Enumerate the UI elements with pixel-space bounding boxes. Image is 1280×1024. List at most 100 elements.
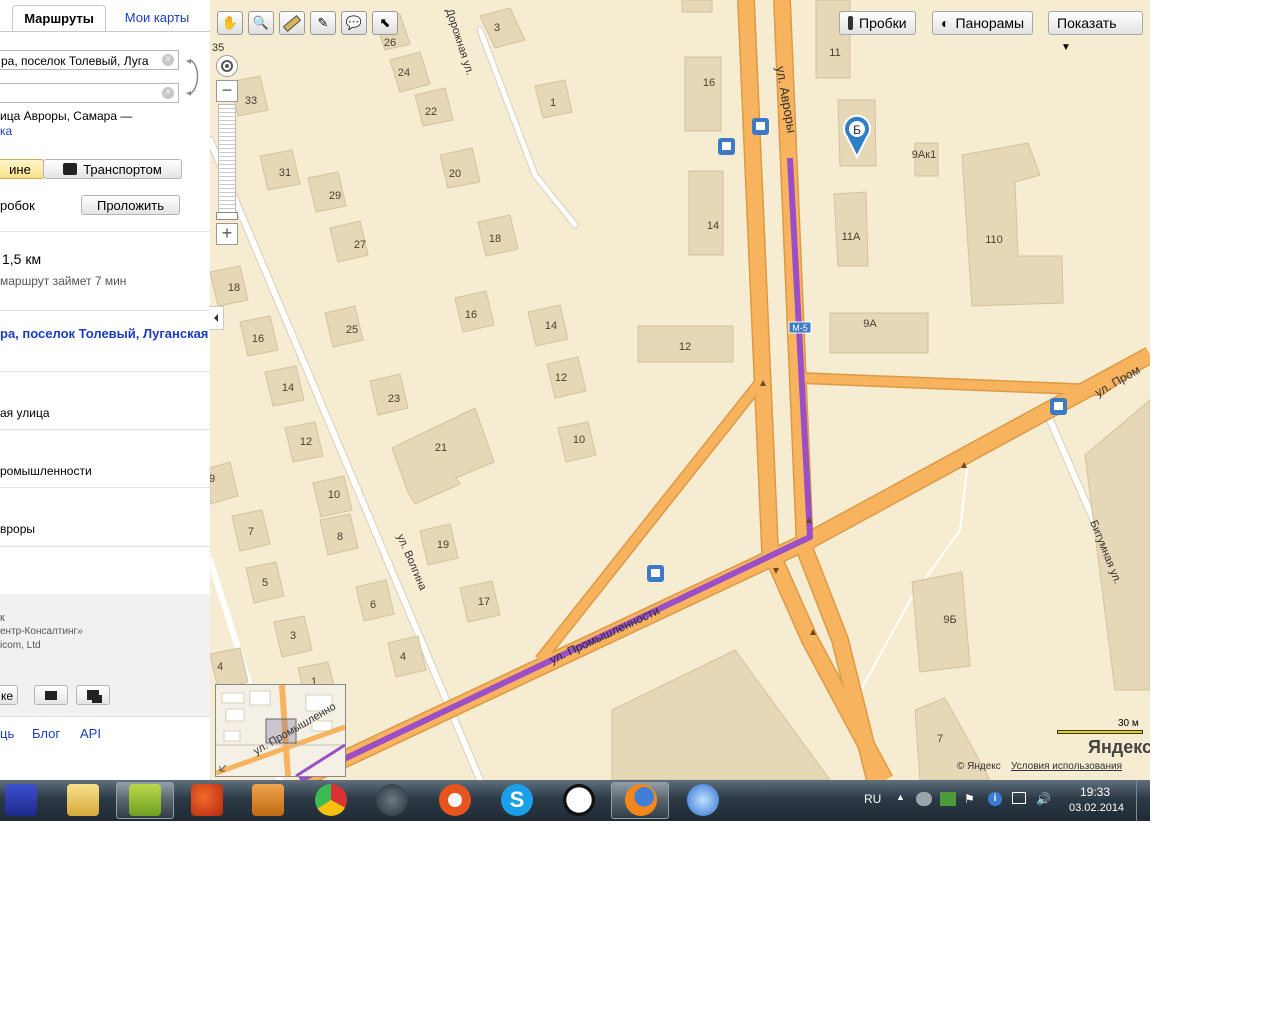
info-icon[interactable]: i	[988, 792, 1002, 806]
svg-text:29: 29	[329, 190, 341, 202]
panoramas-button[interactable]: ◐ Панорамы	[932, 11, 1034, 35]
svg-text:23: 23	[388, 393, 400, 405]
volume-icon[interactable]: 🔊	[1036, 792, 1051, 806]
svg-text:27: 27	[354, 239, 366, 251]
flag-icon[interactable]: ⚑	[964, 792, 975, 806]
street-label: ул. Авроры	[773, 65, 800, 134]
zoom-out-button[interactable]: −	[216, 80, 238, 102]
show-layers-dropdown[interactable]: Показать ▼	[1048, 11, 1143, 53]
footer-link-blog[interactable]: Блог	[32, 726, 60, 741]
dropdown-arrow-icon: ▼	[1061, 42, 1071, 53]
street-label: Дорожная ул.	[443, 7, 476, 76]
bus-stop-icon[interactable]	[1050, 398, 1067, 415]
bus-stop-icon[interactable]	[718, 138, 735, 155]
mode-transport-button[interactable]: Транспортом	[43, 159, 182, 179]
overview-minimap[interactable]: ул. Промышленно	[215, 684, 346, 777]
hand-tool-button[interactable]: ✋	[217, 11, 243, 35]
build-route-button[interactable]: Проложить	[81, 195, 180, 215]
divider	[0, 546, 210, 547]
clear-from-icon[interactable]: ×	[162, 54, 174, 66]
route-from-input[interactable]: ра, поселок Толевый, Луга ×	[0, 50, 179, 70]
road-badge: M-5	[788, 321, 812, 334]
swap-route-icon[interactable]	[184, 58, 202, 96]
save-app-icon[interactable]	[5, 784, 37, 816]
language-indicator[interactable]: RU	[864, 792, 881, 806]
route-distance: 1,5 км	[2, 251, 42, 267]
app-icon[interactable]	[129, 784, 161, 816]
clock-time[interactable]: 19:33	[1080, 785, 1110, 799]
svg-text:14: 14	[545, 320, 557, 332]
route-step[interactable]: ромышленности	[0, 464, 92, 478]
media-player-icon[interactable]	[252, 784, 284, 816]
route-start-address[interactable]: ра, поселок Толевый, Луганская	[0, 326, 208, 341]
share-button[interactable]: ке	[0, 685, 18, 705]
address-suggestion[interactable]: ица Авроры, Самара —	[0, 109, 132, 123]
select-tool-button[interactable]: ⬉	[372, 11, 398, 35]
add-point-button[interactable]: 💬	[341, 11, 367, 35]
scale-label: 30 м	[1118, 718, 1139, 729]
panda-icon[interactable]	[563, 784, 595, 816]
zoom-in-button[interactable]: +	[216, 223, 238, 245]
footer-link-help[interactable]: ць	[0, 726, 14, 741]
collapse-panel-button[interactable]	[209, 306, 224, 330]
firefox-icon[interactable]	[625, 784, 657, 816]
terms-link[interactable]: Условия использования	[1011, 761, 1122, 772]
zoom-area-button[interactable]: 🔍	[248, 11, 274, 35]
divider	[0, 231, 210, 232]
explorer-icon[interactable]	[67, 784, 99, 816]
route-step[interactable]: вроры	[0, 522, 35, 536]
tray-expand-icon[interactable]: ▲	[896, 792, 905, 802]
bus-stop-icon[interactable]	[752, 118, 769, 135]
magnifier-icon: 🔍	[252, 15, 270, 30]
tray-app-icon[interactable]	[940, 792, 956, 806]
clock-date[interactable]: 03.02.2014	[1069, 802, 1124, 814]
route-step[interactable]: ая улица	[0, 406, 50, 420]
compass-icon	[221, 60, 233, 72]
plus-icon: +	[221, 223, 233, 243]
ruler-icon	[282, 15, 302, 32]
minus-icon: −	[221, 80, 233, 100]
svg-text:110: 110	[985, 234, 1003, 246]
ruler-button[interactable]	[279, 11, 305, 35]
mode-car-button[interactable]: ине	[0, 159, 44, 179]
itunes-icon[interactable]	[687, 784, 719, 816]
tray-app-icon[interactable]	[916, 792, 932, 806]
svg-text:10: 10	[328, 489, 340, 501]
route-to-input[interactable]: ×	[0, 83, 179, 103]
clear-to-icon[interactable]: ×	[162, 87, 174, 99]
copyright: © Яндекс	[957, 761, 1001, 772]
svg-text:17: 17	[478, 596, 490, 608]
embed-button[interactable]	[76, 685, 110, 705]
svg-text:12: 12	[555, 372, 567, 384]
panorama-icon: ◐	[941, 15, 950, 31]
chevron-left-icon	[214, 314, 218, 322]
show-label: Показать	[1057, 15, 1117, 31]
svg-text:M-5: M-5	[792, 323, 808, 333]
address-suggestion-link[interactable]: ка	[0, 124, 12, 138]
svg-text:21: 21	[435, 442, 447, 454]
zoom-slider-handle[interactable]	[216, 212, 238, 220]
skype-icon[interactable]: S	[501, 784, 533, 816]
tab-routes[interactable]: Маршруты	[12, 5, 106, 32]
zoom-slider-track[interactable]	[218, 104, 236, 220]
credit-line: icom, Ltd	[0, 640, 41, 651]
steam-like-icon[interactable]	[376, 784, 408, 816]
print-button[interactable]	[34, 685, 68, 705]
svg-text:3: 3	[290, 630, 296, 642]
bus-stop-icon[interactable]	[647, 565, 664, 582]
traffic-option-label: робок	[0, 198, 35, 213]
footer-link-api[interactable]: API	[80, 726, 101, 741]
svg-text:18: 18	[489, 233, 501, 245]
draw-route-button[interactable]: ✎	[310, 11, 336, 35]
show-desktop-button[interactable]	[1136, 780, 1151, 821]
tab-my-maps[interactable]: Мои карты	[112, 5, 202, 31]
traffic-button[interactable]: Пробки	[839, 11, 916, 35]
ccleaner-icon[interactable]	[191, 784, 223, 816]
compass-button[interactable]	[216, 55, 238, 77]
origin-icon[interactable]	[439, 784, 471, 816]
network-icon[interactable]	[1012, 792, 1026, 804]
svg-text:7: 7	[937, 733, 943, 745]
chrome-icon[interactable]	[315, 784, 347, 816]
map-view[interactable]: M-5 ул. Авроры ул. Промышленности ул. Пр…	[210, 0, 1150, 780]
mode-transport-label: Транспортом	[83, 162, 162, 177]
